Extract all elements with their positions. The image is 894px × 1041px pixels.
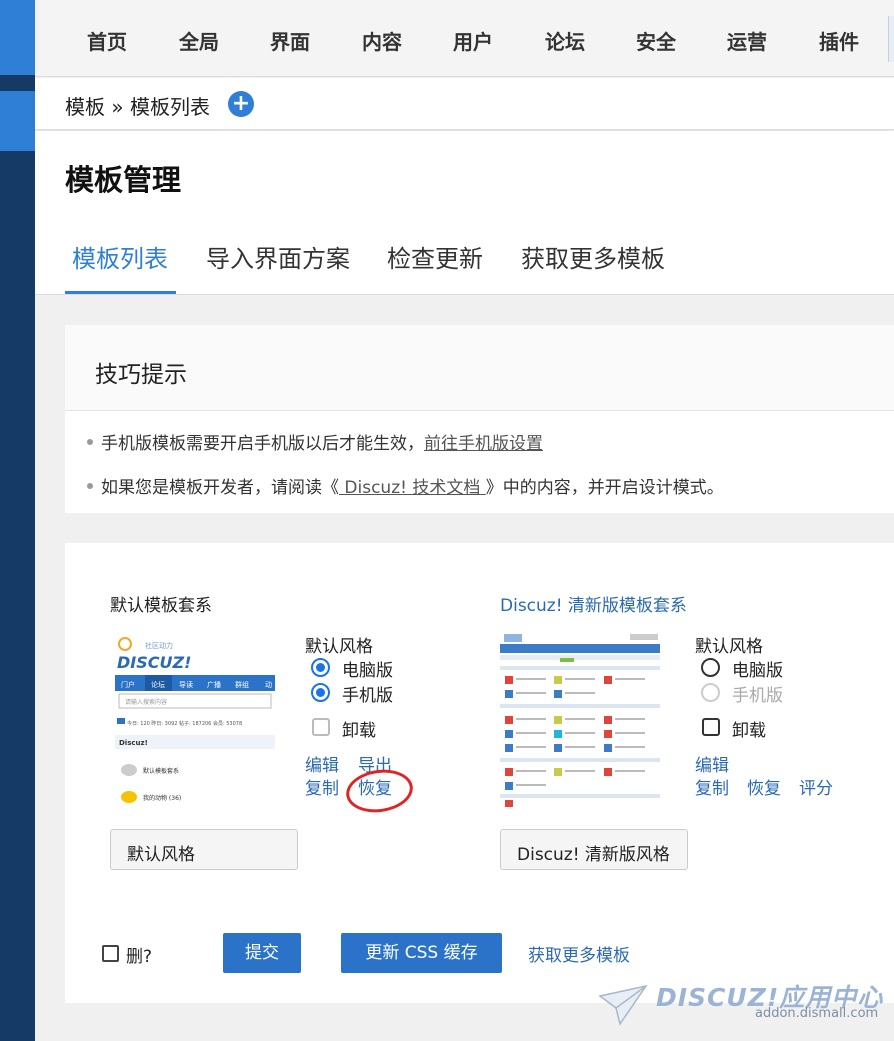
active-tab-indicator [65, 291, 176, 294]
submit-button[interactable]: 提交 [223, 933, 301, 973]
nav-overflow-edge [888, 16, 894, 62]
tab-import-scheme[interactable]: 导入界面方案 [206, 239, 350, 274]
get-more-templates-link[interactable]: 获取更多模板 [528, 941, 630, 966]
watermark: DISCUZ!应用中心 addon.dismall.com [598, 978, 888, 1030]
nav-item-home[interactable]: 首页 [87, 26, 127, 55]
mobile-settings-link[interactable]: 前往手机版设置 [424, 434, 543, 454]
template1-mobile-label: 手机版 [342, 686, 393, 706]
thumb-nav-2: 导读 [179, 680, 193, 689]
tip-dev-post: 》中的内容，并开启设计模式。 [485, 478, 724, 498]
template2-rate-link[interactable]: 评分 [799, 774, 833, 799]
template2-pc-label: 电脑版 [732, 661, 783, 681]
tips-header: 技巧提示 [65, 325, 894, 411]
nav-item-interface[interactable]: 界面 [270, 26, 310, 55]
fresh-template-preview [500, 632, 660, 807]
tip-item-developer: 如果您是模板开发者，请阅读《 Discuz! 技术文档 》中的内容，并开启设计模… [87, 473, 724, 498]
default-template-preview: 社区动力 DISCUZ! 门户 论坛 导读 广播 群组 动 请输入搜索内容 今日… [115, 632, 275, 807]
thumb-forum-1: 默认模板套系 [143, 767, 179, 775]
template1-uninstall-checkbox [312, 718, 330, 736]
template2-uninstall-checkbox[interactable] [702, 718, 720, 736]
template2-mobile-radio [701, 683, 720, 702]
thumb-nav-1: 论坛 [151, 680, 165, 689]
tab-template-list[interactable]: 模板列表 [72, 239, 168, 274]
thumb-nav-4: 群组 [235, 680, 249, 689]
nav-item-operations[interactable]: 运营 [727, 26, 767, 55]
breadcrumb-text: 模板 » 模板列表 [65, 95, 210, 119]
tip-dev-pre: 如果您是模板开发者，请阅读《 [101, 478, 339, 498]
template-name-fresh[interactable]: Discuz! 清新版模板套系 [500, 591, 687, 616]
thumb-nav-5: 动 [265, 680, 272, 689]
tips-title: 技巧提示 [95, 362, 187, 388]
template-name-default: 默认模板套系 [110, 596, 212, 616]
template1-pc-radio[interactable] [311, 658, 330, 677]
nav-item-global[interactable]: 全局 [179, 26, 219, 55]
breadcrumb: 模板 » 模板列表 + [35, 78, 894, 130]
tab-more-templates[interactable]: 获取更多模板 [521, 239, 665, 274]
update-css-cache-button[interactable]: 更新 CSS 缓存 [341, 933, 502, 973]
tip-item-mobile: 手机版模板需要开启手机版以后才能生效，前往手机版设置 [87, 429, 543, 454]
thumb-logo: DISCUZ! [117, 653, 191, 672]
admin-sidebar [0, 0, 35, 1041]
watermark-url: addon.dismall.com [755, 1006, 879, 1021]
paper-plane-icon [598, 984, 648, 1026]
page-header: 模板管理 模板列表 导入界面方案 检查更新 获取更多模板 [35, 131, 894, 295]
tips-box: 技巧提示 手机版模板需要开启手机版以后才能生效，前往手机版设置 如果您是模板开发… [65, 325, 894, 513]
template2-pc-radio[interactable] [701, 658, 720, 677]
template2-style-name-field[interactable]: Discuz! 清新版风格 [500, 829, 688, 870]
tab-check-update[interactable]: 检查更新 [387, 239, 483, 274]
nav-item-plugins[interactable]: 插件 [819, 26, 859, 55]
delete-checkbox[interactable] [102, 945, 119, 962]
thumb-section: Discuz! [119, 739, 148, 747]
template-thumbnail-default[interactable]: 社区动力 DISCUZ! 门户 论坛 导读 广播 群组 动 请输入搜索内容 今日… [115, 632, 275, 807]
nav-item-forum[interactable]: 论坛 [545, 26, 585, 55]
thumb-search: 请输入搜索内容 [125, 698, 167, 706]
sidebar-logo-block[interactable] [0, 0, 35, 75]
template2-copy-link[interactable]: 复制 [695, 774, 729, 799]
thumb-stats: 今日: 120 昨日: 3092 帖子: 187206 会员: 53078 [127, 720, 242, 727]
template-thumbnail-fresh[interactable] [500, 632, 660, 807]
template2-mobile-label: 手机版 [732, 686, 783, 706]
tip-mobile-text: 手机版模板需要开启手机版以后才能生效， [101, 434, 424, 454]
template1-uninstall-label: 卸载 [342, 721, 376, 741]
thumb-nav-3: 广播 [207, 680, 221, 689]
template1-style-name-field[interactable]: 默认风格 [110, 829, 298, 870]
template1-copy-link[interactable]: 复制 [305, 774, 339, 799]
template1-mobile-radio[interactable] [311, 683, 330, 702]
sidebar-active-item[interactable] [0, 91, 35, 151]
thumb-nav-0: 门户 [121, 680, 135, 689]
thumb-forum-2: 我的动物 (36) [143, 794, 181, 802]
nav-item-security[interactable]: 安全 [636, 26, 676, 55]
template2-style-label: 默认风格 [695, 637, 763, 657]
nav-item-users[interactable]: 用户 [453, 26, 493, 55]
plus-circle-icon[interactable]: + [228, 91, 254, 117]
top-nav: 首页 全局 界面 内容 用户 论坛 安全 运营 插件 [35, 0, 894, 77]
template1-pc-label: 电脑版 [342, 661, 393, 681]
template2-restore-link[interactable]: 恢复 [747, 774, 781, 799]
template1-style-label: 默认风格 [305, 637, 373, 657]
page-title: 模板管理 [65, 163, 182, 197]
nav-item-content[interactable]: 内容 [362, 26, 402, 55]
template2-uninstall-label: 卸载 [732, 721, 766, 741]
template2-edit-link[interactable]: 编辑 [695, 751, 729, 776]
template1-edit-link[interactable]: 编辑 [305, 751, 339, 776]
thumb-slogan: 社区动力 [145, 641, 173, 650]
delete-label: 删? [126, 947, 153, 967]
tech-docs-link[interactable]: Discuz! 技术文档 [339, 478, 486, 498]
